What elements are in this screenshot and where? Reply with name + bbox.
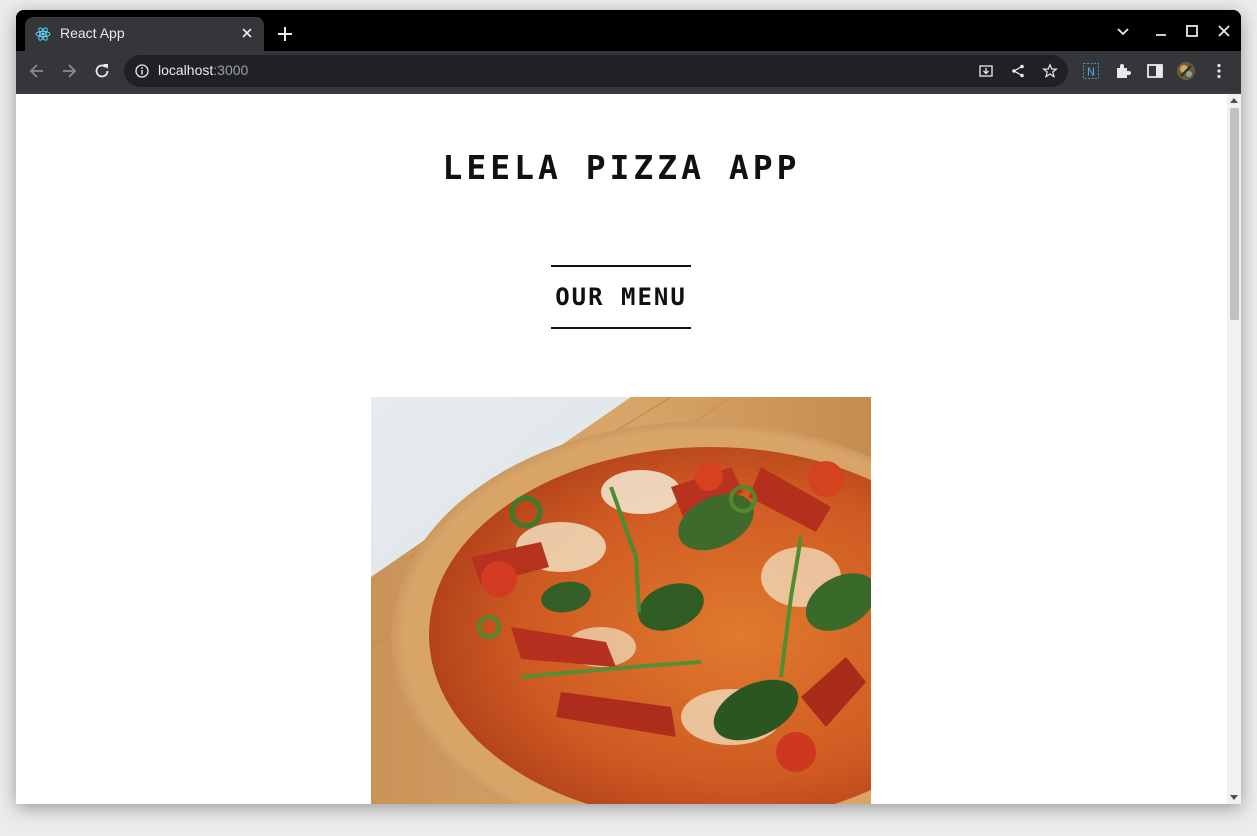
address-bar[interactable]: localhost:3000 — [124, 55, 1068, 87]
share-icon[interactable] — [1010, 63, 1026, 79]
tab-react-app[interactable]: React App — [25, 17, 264, 51]
scrollbar[interactable] — [1227, 94, 1241, 804]
close-window-icon[interactable] — [1215, 22, 1233, 40]
menu-heading-text: OUR MENU — [555, 283, 687, 311]
scrollbar-thumb[interactable] — [1230, 108, 1239, 320]
back-icon[interactable] — [27, 61, 47, 81]
puzzle-icon[interactable] — [1113, 61, 1133, 81]
scroll-down-arrow-icon[interactable] — [1230, 795, 1238, 800]
maximize-icon[interactable] — [1183, 22, 1201, 40]
minimize-icon[interactable] — [1152, 22, 1170, 40]
page-viewport: LEELA PIZZA APP OUR MENU — [16, 94, 1241, 804]
scroll-up-arrow-icon[interactable] — [1230, 98, 1238, 103]
info-icon[interactable] — [134, 63, 150, 79]
extension-n-icon[interactable]: N — [1081, 61, 1101, 81]
browser-window: React App localhost:3000 N LEELA PIZZA A… — [16, 10, 1241, 804]
tab-strip: React App — [16, 10, 1241, 51]
svg-text:N: N — [1087, 66, 1095, 79]
forward-icon[interactable] — [59, 61, 79, 81]
new-tab-icon[interactable] — [276, 25, 294, 43]
reload-icon[interactable] — [92, 61, 112, 81]
tab-search-icon[interactable] — [1114, 22, 1132, 40]
side-panel-icon[interactable] — [1145, 61, 1165, 81]
react-icon — [35, 27, 51, 41]
close-icon[interactable] — [239, 25, 255, 41]
menu-heading: OUR MENU — [551, 265, 691, 329]
toolbar: localhost:3000 N — [16, 51, 1241, 91]
menu-icon[interactable] — [1209, 61, 1229, 81]
star-icon[interactable] — [1042, 63, 1058, 79]
avatar[interactable] — [1176, 61, 1196, 81]
pizza-image — [371, 397, 871, 804]
install-app-icon[interactable] — [978, 63, 994, 79]
url-port: :3000 — [213, 62, 249, 78]
app-title: LEELA PIZZA APP — [442, 148, 801, 187]
url-text: localhost:3000 — [158, 62, 248, 78]
url-host: localhost — [158, 62, 214, 78]
tab-title: React App — [60, 25, 125, 41]
